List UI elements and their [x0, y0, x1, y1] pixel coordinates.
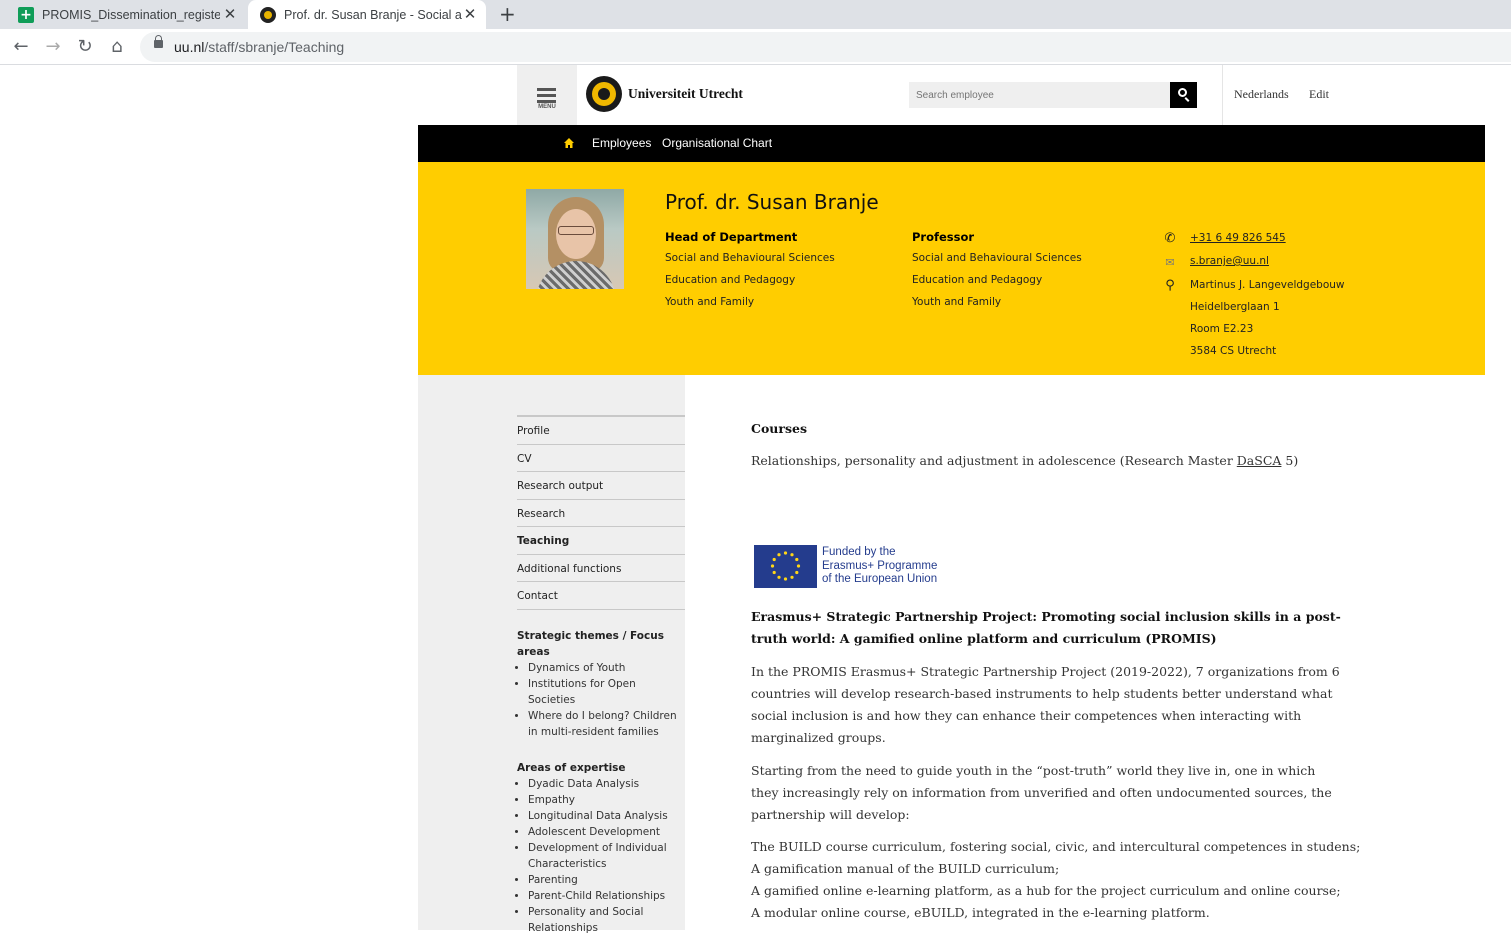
search-icon: [1178, 88, 1187, 97]
profile-photo: [526, 189, 624, 289]
tab-spreadsheet[interactable]: + PROMIS_Dissemination_register.xlsx ✕: [0, 0, 246, 29]
role-line: Education and Pedagogy: [665, 274, 796, 286]
nav-org-chart-link[interactable]: Organisational Chart: [662, 136, 772, 150]
role-title: Head of Department: [665, 230, 798, 244]
deliverable-line: A gamification manual of the BUILD curri…: [751, 861, 1060, 876]
expertise-item[interactable]: Dyadic Data Analysis: [528, 776, 677, 792]
theme-item[interactable]: Institutions for Open Societies: [528, 676, 677, 708]
sidebar-item-profile[interactable]: Profile: [517, 417, 685, 445]
profile-header: Prof. dr. Susan Branje Head of Departmen…: [418, 162, 1485, 375]
deliverable-line: A modular online course, eBUILD, integra…: [751, 905, 1210, 920]
address-bar[interactable]: uu.nl/staff/sbranje/Teaching: [140, 32, 1511, 62]
courses-heading: Courses: [751, 421, 807, 436]
role-line: Youth and Family: [665, 296, 755, 308]
role-block-head: Head of Department Social and Behavioura…: [665, 230, 895, 316]
close-tab-icon[interactable]: ✕: [462, 5, 478, 23]
tab-profile[interactable]: Prof. dr. Susan Branje - Social and Beha…: [248, 0, 486, 29]
reload-icon[interactable]: ↻: [73, 35, 97, 59]
project-title: Erasmus+ Strategic Partnership Project: …: [751, 609, 1341, 646]
menu-button[interactable]: MENU: [517, 65, 577, 125]
site-header: MENU Universiteit Utrecht Nederlands Edi…: [418, 65, 1485, 125]
dasca-link[interactable]: DaSCA: [1237, 453, 1282, 468]
tab-title: PROMIS_Dissemination_register.xlsx: [42, 7, 220, 22]
address-line: Heidelberglaan 1: [1190, 301, 1280, 313]
role-line: Youth and Family: [912, 296, 1002, 308]
theme-item[interactable]: Where do I belong? Children in multi-res…: [528, 708, 677, 740]
lock-icon: [154, 35, 163, 48]
location-icon: ⚲: [1165, 278, 1175, 293]
uu-favicon-icon: [260, 6, 276, 23]
role-block-professor: Professor Social and Behavioural Science…: [912, 230, 1142, 316]
university-seal-logo[interactable]: [586, 76, 622, 112]
deliverable-line: A gamified online e-learning platform, a…: [751, 883, 1341, 898]
role-line: Social and Behavioural Sciences: [665, 252, 835, 264]
eu-logo-text: Funded by the Erasmus+ Programme of the …: [822, 546, 938, 585]
expertise-item[interactable]: Empathy: [528, 792, 677, 808]
home-icon[interactable]: [563, 137, 575, 149]
strategic-themes-heading: Strategic themes / Focus areas: [517, 630, 664, 658]
expertise-item[interactable]: Parent-Child Relationships: [528, 888, 677, 904]
strategic-themes-section: Strategic themes / Focus areas Dynamics …: [517, 628, 677, 740]
home-icon[interactable]: ⌂: [105, 35, 129, 59]
search-input[interactable]: [909, 82, 1170, 108]
sidebar-item-cv[interactable]: CV: [517, 445, 685, 472]
theme-item[interactable]: Dynamics of Youth: [528, 660, 677, 676]
expertise-item[interactable]: Longitudinal Data Analysis: [528, 808, 677, 824]
course-item: Relationships, personality and adjustmen…: [751, 453, 1299, 468]
role-line: Social and Behavioural Sciences: [912, 252, 1082, 264]
project-paragraph: In the PROMIS Erasmus+ Strategic Partner…: [751, 664, 1340, 745]
breadcrumb-nav: Employees Organisational Chart: [418, 125, 1485, 162]
close-tab-icon[interactable]: ✕: [222, 5, 238, 23]
profile-section-nav: Profile CV Research output Research Teac…: [517, 415, 685, 610]
address-line: Martinus J. Langeveldgebouw: [1190, 279, 1345, 291]
phone-link[interactable]: +31 6 49 826 545: [1190, 232, 1286, 244]
expertise-item[interactable]: Development of Individual Characteristic…: [528, 840, 677, 872]
back-arrow-icon[interactable]: ←: [9, 35, 33, 59]
tab-title: Prof. dr. Susan Branje - Social and Beha…: [284, 7, 462, 22]
expertise-heading: Areas of expertise: [517, 762, 626, 774]
menu-label: MENU: [538, 104, 556, 110]
edit-link[interactable]: Edit: [1309, 87, 1329, 102]
eu-flag-icon: [754, 545, 817, 588]
role-title: Professor: [912, 230, 975, 244]
forward-arrow-icon[interactable]: →: [41, 35, 65, 59]
phone-icon: ✆: [1164, 231, 1176, 246]
expertise-item[interactable]: Adolescent Development: [528, 824, 677, 840]
browser-toolbar: ← → ↻ ⌂ uu.nl/staff/sbranje/Teaching: [0, 29, 1511, 65]
expertise-item[interactable]: Parenting: [528, 872, 677, 888]
browser-tab-strip: + PROMIS_Dissemination_register.xlsx ✕ P…: [0, 0, 1511, 29]
sidebar-item-research[interactable]: Research: [517, 500, 685, 527]
person-name: Prof. dr. Susan Branje: [665, 190, 879, 214]
erasmus-funding-logo: Funded by the Erasmus+ Programme of the …: [754, 545, 949, 589]
nav-employees-link[interactable]: Employees: [592, 136, 651, 150]
sidebar-item-contact[interactable]: Contact: [517, 582, 685, 610]
language-link[interactable]: Nederlands: [1234, 87, 1289, 102]
url-text: uu.nl/staff/sbranje/Teaching: [174, 39, 345, 55]
address-line: Room E2.23: [1190, 323, 1254, 335]
sidebar-item-additional-functions[interactable]: Additional functions: [517, 555, 685, 582]
expertise-section: Areas of expertise Dyadic Data Analysis …: [517, 760, 677, 936]
expertise-item[interactable]: Personality and Social Relationships: [528, 904, 677, 936]
role-line: Education and Pedagogy: [912, 274, 1043, 286]
search-button[interactable]: [1170, 82, 1197, 108]
university-logo-text[interactable]: Universiteit Utrecht: [628, 86, 743, 102]
sheets-icon: +: [18, 6, 34, 23]
sidebar-item-research-output[interactable]: Research output: [517, 472, 685, 500]
project-paragraph: Starting from the need to guide youth in…: [751, 763, 1332, 822]
email-link[interactable]: s.branje@uu.nl: [1190, 255, 1269, 267]
deliverable-line: The BUILD course curriculum, fostering s…: [751, 839, 1361, 854]
address-line: 3584 CS Utrecht: [1190, 345, 1277, 357]
sidebar-item-teaching[interactable]: Teaching: [517, 527, 685, 555]
search-employee-field[interactable]: [909, 82, 1170, 108]
new-tab-button[interactable]: +: [499, 2, 516, 26]
email-icon: ✉: [1165, 256, 1175, 269]
header-divider: [1222, 65, 1223, 125]
